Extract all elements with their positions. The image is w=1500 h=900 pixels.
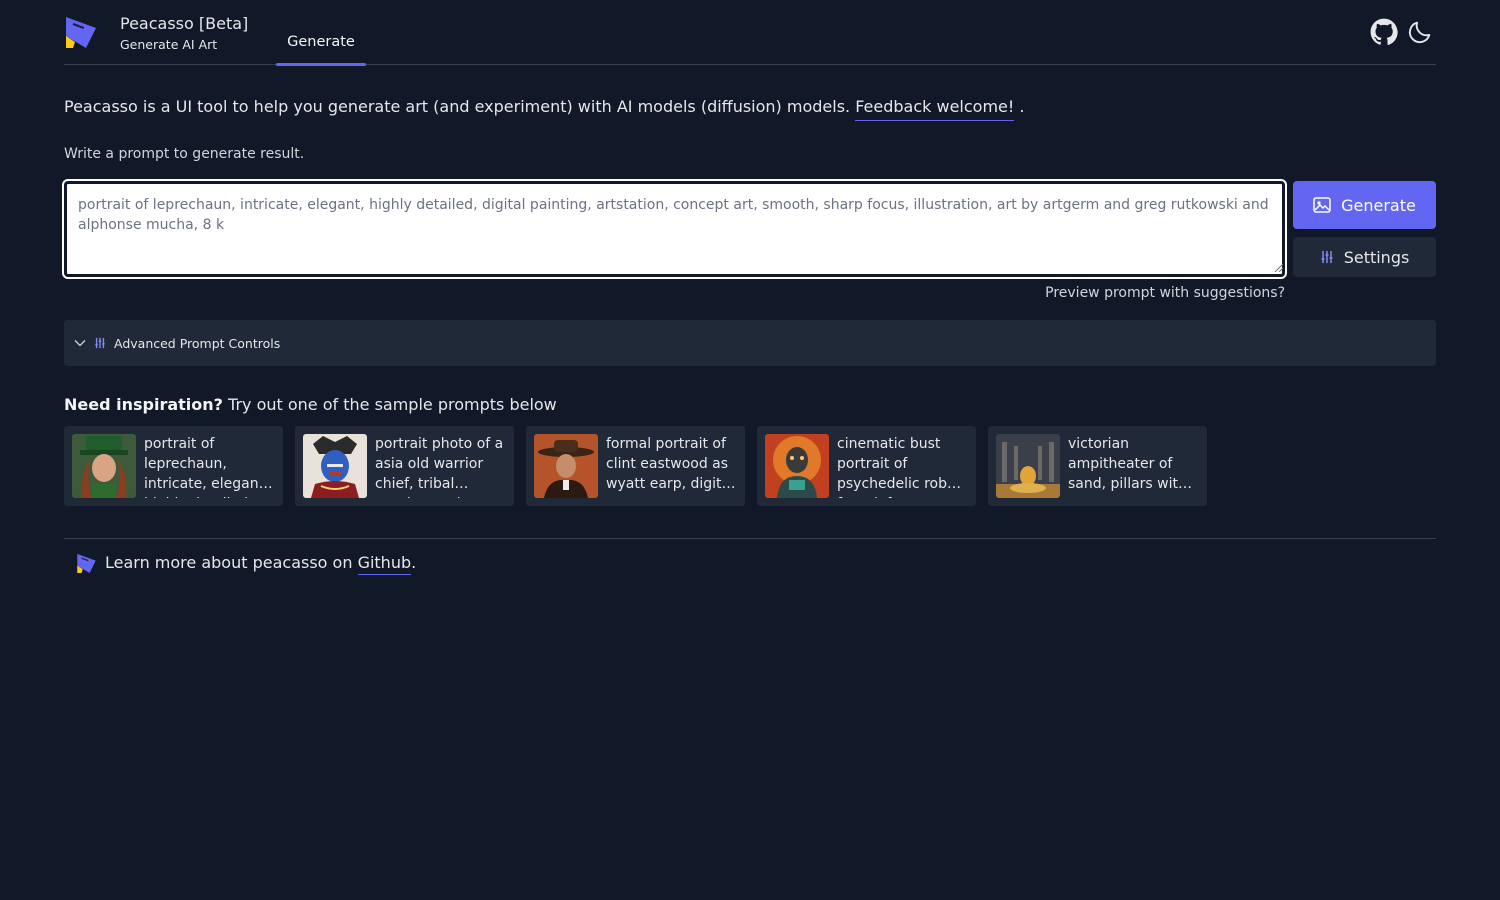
- sample-thumbnail: [765, 434, 829, 498]
- sample-thumbnail: [996, 434, 1060, 498]
- sample-prompt-card[interactable]: portrait of leprechaun, intricate, elega…: [64, 426, 283, 506]
- footer-divider: [64, 538, 1436, 539]
- sample-thumbnail: [303, 434, 367, 498]
- sample-prompt-text: portrait of leprechaun, intricate, elega…: [144, 436, 269, 498]
- prompt-label: Write a prompt to generate result.: [64, 146, 305, 162]
- chevron-down-icon: [74, 340, 86, 347]
- sample-prompts: portrait of leprechaun, intricate, elega…: [64, 426, 1207, 506]
- sample-thumbnail: [72, 434, 136, 498]
- github-icon[interactable]: [1370, 18, 1398, 46]
- preview-prompt-link[interactable]: Preview prompt with suggestions?: [1024, 285, 1285, 301]
- inspiration-heading: Need inspiration? Try out one of the sam…: [64, 395, 557, 414]
- sample-prompt-card[interactable]: cinematic bust portrait of psychedelic r…: [757, 426, 976, 506]
- active-tab-indicator: [276, 63, 366, 66]
- resize-grip-icon[interactable]: [1273, 262, 1283, 272]
- footer-suffix: .: [411, 553, 417, 572]
- brand-subtitle: Generate AI Art: [120, 37, 218, 52]
- feedback-link[interactable]: Feedback welcome!: [855, 97, 1015, 121]
- sample-prompt-text: victorian ampitheater of sand, pillars w…: [1068, 436, 1187, 498]
- sample-prompt-text: formal portrait of clint eastwood as wya…: [606, 436, 734, 498]
- settings-button[interactable]: Settings: [1293, 237, 1436, 277]
- generate-button-label: Generate: [1341, 195, 1416, 215]
- sample-prompt-text: portrait photo of a asia old warrior chi…: [375, 436, 504, 498]
- settings-button-label: Settings: [1343, 247, 1410, 267]
- sliders-icon: [95, 337, 105, 349]
- inspiration-rest: Try out one of the sample prompts below: [222, 395, 557, 414]
- advanced-prompt-controls[interactable]: Advanced Prompt Controls: [64, 320, 1436, 366]
- sliders-icon: [1321, 251, 1333, 263]
- footer-text: Learn more about peacasso on: [105, 553, 358, 572]
- intro-body: Peacasso is a UI tool to help you genera…: [64, 97, 856, 116]
- sample-prompt-card[interactable]: victorian ampitheater of sand, pillars w…: [988, 426, 1207, 506]
- tab-generate-label: Generate: [287, 34, 355, 50]
- generate-button[interactable]: Generate: [1293, 181, 1436, 229]
- intro-suffix: .: [1014, 97, 1025, 116]
- peacasso-logo-icon: [77, 553, 96, 573]
- moon-icon[interactable]: [1406, 18, 1434, 46]
- sample-prompt-card[interactable]: formal portrait of clint eastwood as wya…: [526, 426, 745, 506]
- inspiration-bold: Need inspiration?: [64, 395, 223, 414]
- brand-title: Peacasso [Beta]: [120, 14, 249, 33]
- peacasso-logo-icon[interactable]: [64, 14, 98, 48]
- prompt-input[interactable]: [62, 179, 1287, 279]
- advanced-label: Advanced Prompt Controls: [114, 335, 281, 351]
- sample-prompt-card[interactable]: portrait photo of a asia old warrior chi…: [295, 426, 514, 506]
- app-header: Peacasso [Beta] Generate AI Art Generate: [64, 0, 1436, 66]
- sample-thumbnail: [534, 434, 598, 498]
- footer-text-wrap: Learn more about peacasso on Github.: [105, 553, 417, 575]
- tab-generate[interactable]: Generate: [276, 0, 366, 66]
- intro-text: Peacasso is a UI tool to help you genera…: [64, 97, 1025, 121]
- github-link[interactable]: Github: [357, 553, 412, 575]
- sample-prompt-text: cinematic bust portrait of psychedelic r…: [837, 436, 962, 498]
- image-icon: [1313, 197, 1331, 213]
- footer: Learn more about peacasso on Github.: [76, 552, 417, 575]
